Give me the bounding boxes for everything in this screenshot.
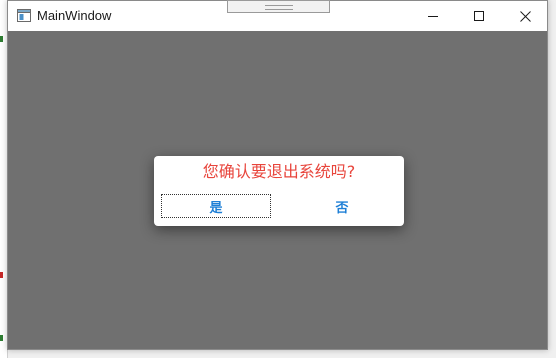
dialog-message: 您确认要退出系统吗? — [202, 162, 356, 181]
maximize-button[interactable] — [456, 1, 502, 31]
main-window: MainWindow 您确认要退出系统吗? 是 否 — [7, 0, 548, 350]
window-drag-handle[interactable] — [227, 0, 330, 13]
grip-lines-icon — [265, 5, 293, 10]
maximize-icon — [474, 11, 484, 21]
background-text-fragment — [0, 270, 6, 280]
modal-overlay: 您确认要退出系统吗? 是 否 — [8, 31, 547, 349]
app-icon — [17, 9, 31, 22]
yes-button[interactable]: 是 — [161, 194, 271, 218]
window-title: MainWindow — [37, 8, 112, 23]
confirm-exit-dialog: 您确认要退出系统吗? 是 否 — [154, 156, 404, 226]
close-button[interactable] — [502, 1, 548, 31]
close-icon — [519, 10, 531, 22]
no-button[interactable]: 否 — [287, 194, 397, 218]
background-text-fragment — [0, 34, 6, 44]
minimize-button[interactable] — [410, 1, 456, 31]
background-text-fragment — [0, 333, 6, 343]
minimize-icon — [428, 16, 438, 17]
